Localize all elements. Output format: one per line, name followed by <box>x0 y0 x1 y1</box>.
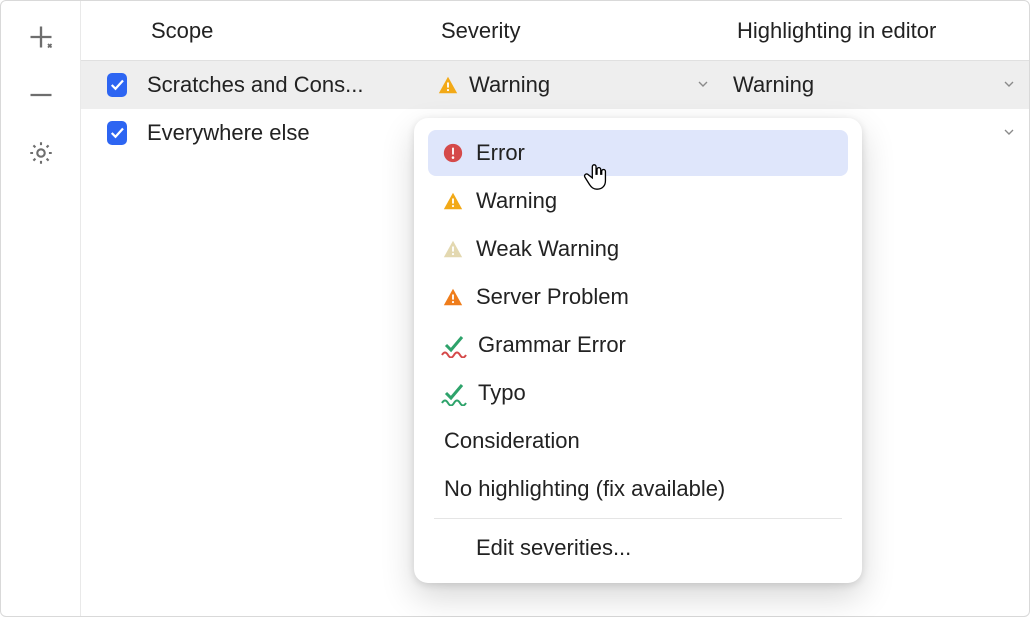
chevron-down-icon <box>1001 120 1017 146</box>
table-header: Scope Severity Highlighting in editor <box>81 1 1029 61</box>
severity-dropdown[interactable]: Error Warning Weak Warning Server Proble… <box>414 118 862 583</box>
header-severity: Severity <box>427 1 723 60</box>
severity-option-label: Error <box>476 140 525 166</box>
severity-option-label: Typo <box>478 380 526 406</box>
highlighting-label: Warning <box>733 72 814 98</box>
add-scope-button[interactable] <box>21 17 61 57</box>
header-scope: Scope <box>137 1 427 60</box>
table-row[interactable]: Scratches and Cons... Warning Warning <box>81 61 1029 109</box>
severity-cell[interactable]: Warning <box>427 61 723 108</box>
gear-icon <box>27 139 55 167</box>
scope-cell: Scratches and Cons... <box>137 61 427 108</box>
chevron-down-icon <box>695 72 711 98</box>
warning-triangle-icon <box>442 190 464 212</box>
checkbox-cell[interactable] <box>81 61 137 108</box>
edit-severities-label: Edit severities... <box>476 535 631 561</box>
scope-text: Scratches and Cons... <box>147 72 363 98</box>
settings-button[interactable] <box>21 133 61 173</box>
highlighting-cell[interactable]: Warning <box>723 61 1029 108</box>
error-circle-icon <box>442 142 464 164</box>
chevron-down-icon <box>1001 72 1017 98</box>
severity-option-server-problem[interactable]: Server Problem <box>428 274 848 320</box>
header-check <box>81 1 137 60</box>
warning-triangle-icon <box>437 74 459 96</box>
scope-text: Everywhere else <box>147 120 310 146</box>
add-icon <box>27 23 55 51</box>
divider <box>434 518 842 519</box>
remove-icon <box>27 81 55 109</box>
severity-option-label: Consideration <box>444 428 580 454</box>
severity-option-warning[interactable]: Warning <box>428 178 848 224</box>
server-problem-triangle-icon <box>442 286 464 308</box>
severity-option-grammar-error[interactable]: Grammar Error <box>428 322 848 368</box>
severity-label: Warning <box>469 72 550 98</box>
severity-option-label: Server Problem <box>476 284 629 310</box>
severity-option-no-highlighting[interactable]: No highlighting (fix available) <box>428 466 848 512</box>
checkbox-cell[interactable] <box>81 109 137 156</box>
left-rail <box>1 1 81 616</box>
edit-severities-button[interactable]: Edit severities... <box>428 525 848 571</box>
severity-option-typo[interactable]: Typo <box>428 370 848 416</box>
weak-warning-triangle-icon <box>442 238 464 260</box>
severity-option-consideration[interactable]: Consideration <box>428 418 848 464</box>
scope-cell: Everywhere else <box>137 109 427 156</box>
severity-option-label: No highlighting (fix available) <box>444 476 725 502</box>
remove-scope-button[interactable] <box>21 75 61 115</box>
severity-option-label: Warning <box>476 188 557 214</box>
grammar-error-icon <box>442 333 466 357</box>
typo-icon <box>442 381 466 405</box>
checkbox-checked-icon[interactable] <box>107 121 127 145</box>
severity-option-label: Grammar Error <box>478 332 626 358</box>
checkbox-checked-icon[interactable] <box>107 73 127 97</box>
header-highlighting: Highlighting in editor <box>723 1 1029 60</box>
severity-option-error[interactable]: Error <box>428 130 848 176</box>
severity-option-label: Weak Warning <box>476 236 619 262</box>
severity-option-weak-warning[interactable]: Weak Warning <box>428 226 848 272</box>
